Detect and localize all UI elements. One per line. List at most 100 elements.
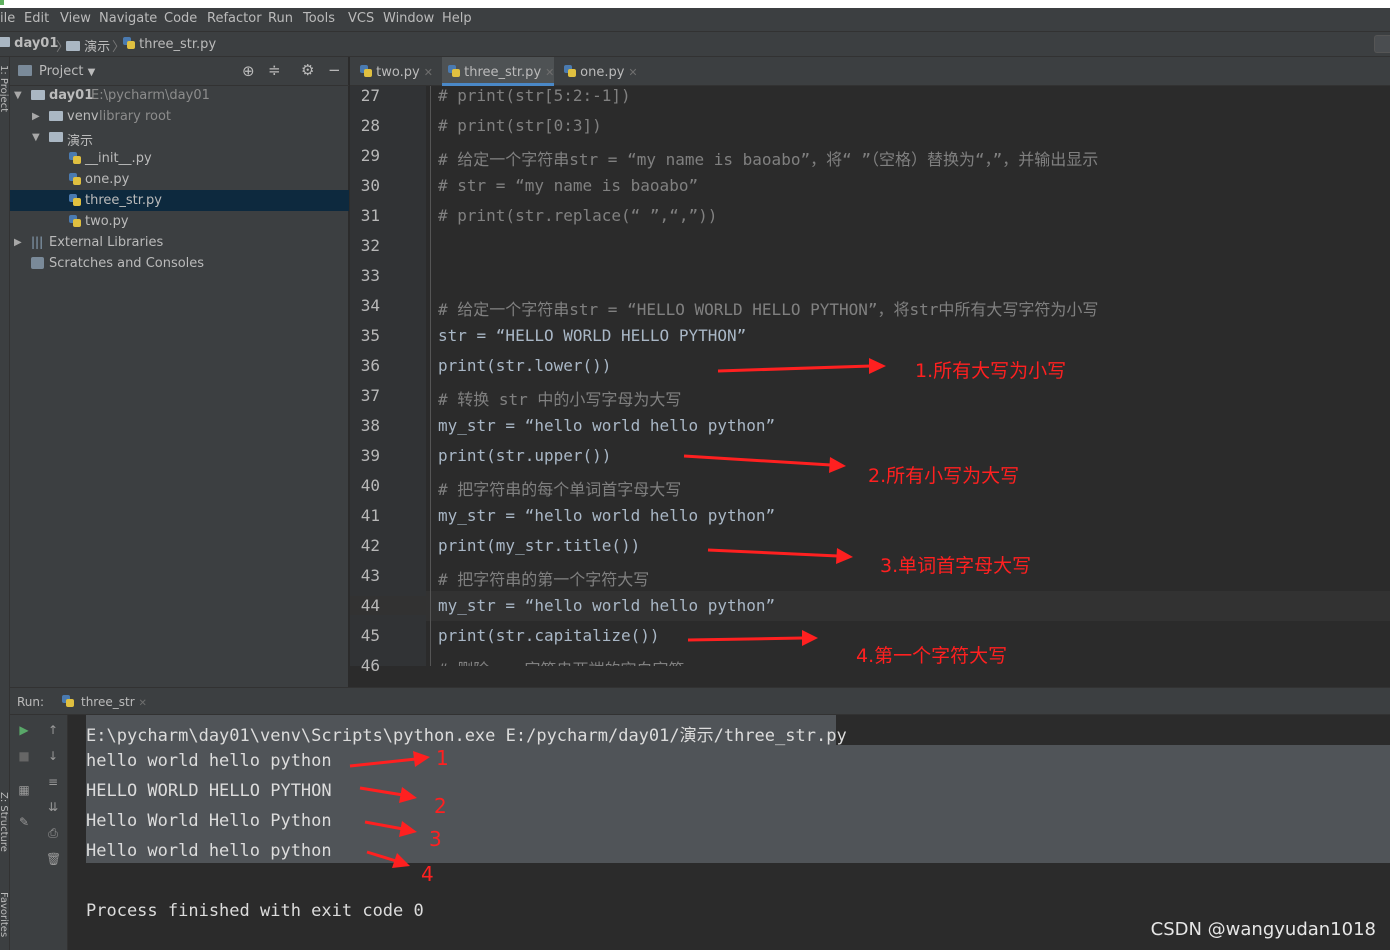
navigation-bar: day01 〉 演示 〉 three_str.py: [0, 32, 1390, 57]
line-number-current: 44: [350, 596, 426, 615]
scroll-to-end-icon[interactable]: ⇊: [46, 800, 60, 814]
menu-navigate[interactable]: Navigate: [99, 11, 157, 26]
tree-item-scratches[interactable]: Scratches and Consoles: [10, 253, 349, 274]
line-number: 28: [360, 116, 380, 135]
locate-icon[interactable]: ⊕: [242, 62, 255, 80]
stop-icon[interactable]: ■: [17, 749, 31, 763]
line-number: 35: [360, 326, 380, 345]
menu-code[interactable]: Code: [164, 11, 197, 26]
python-file-icon: [448, 65, 460, 77]
console-annotation: 4: [421, 862, 434, 886]
menu-view[interactable]: View: [60, 11, 91, 26]
gear-icon[interactable]: ⚙: [301, 61, 314, 79]
tab-three-str-py[interactable]: three_str.py ✕: [442, 57, 554, 86]
console-annotation: 1: [436, 746, 449, 770]
menu-help[interactable]: Help: [442, 11, 472, 26]
watermark: CSDN @wangyudan1018: [1150, 919, 1376, 940]
menu-window[interactable]: Window: [383, 11, 434, 26]
expand-arrow-icon: ▼: [32, 132, 40, 143]
run-config-button[interactable]: [1374, 35, 1390, 53]
annotation-label: 2.所有小写为大写: [868, 465, 1020, 487]
tab-one-py[interactable]: one.py ✕: [564, 57, 644, 86]
code-editor[interactable]: # print(str[5:2:-1]) # print(str[0:3]) #…: [426, 86, 1390, 666]
breadcrumb-label: day01: [14, 36, 59, 51]
python-file-icon: [69, 194, 81, 206]
structure-tool-label[interactable]: Z: Structure: [0, 792, 9, 852]
left-tool-strip: 1: Project Z: Structure Favorites: [0, 57, 10, 950]
console-annotation: 3: [429, 827, 442, 851]
line-number: 38: [360, 416, 380, 435]
layout-icon[interactable]: ▦: [17, 783, 31, 797]
breadcrumb-label: 演示: [84, 40, 111, 55]
print-icon[interactable]: ⎙: [46, 826, 60, 840]
trash-icon[interactable]: 🗑: [46, 852, 61, 866]
favorites-tool-label[interactable]: Favorites: [0, 892, 9, 937]
tab-label: two.py: [376, 65, 420, 80]
collapse-icon[interactable]: ≑: [268, 61, 281, 79]
annotation-label: 3.单词首字母大写: [880, 555, 1032, 577]
line-gutter: 27 28 29 30 31 32 33 34 35 36 37 38 39 4…: [350, 86, 426, 675]
line-number: 39: [360, 446, 380, 465]
project-dropdown[interactable]: Project ▼: [39, 64, 95, 79]
soft-wrap-icon[interactable]: ≡: [46, 775, 60, 789]
close-icon[interactable]: ✕: [138, 698, 146, 709]
tree-item-three-str[interactable]: three_str.py: [10, 190, 349, 211]
tree-item-venv[interactable]: ▶ venv library root: [10, 106, 349, 127]
close-icon[interactable]: ✕: [545, 66, 554, 79]
rerun-icon[interactable]: ▶: [17, 723, 31, 737]
python-file-icon: [123, 37, 135, 49]
close-icon[interactable]: ✕: [628, 66, 637, 79]
app-mark: [0, 0, 4, 5]
line-number: 40: [360, 476, 380, 495]
tree-item-demo[interactable]: ▼ 演示: [10, 127, 349, 149]
console-annotation-arrows: [349, 751, 430, 868]
python-file-icon: [69, 152, 81, 164]
menu-refactor[interactable]: Refactor: [207, 11, 262, 26]
run-console[interactable]: E:\pycharm\day01\venv\Scripts\python.exe…: [68, 715, 1390, 950]
console-arrow-1: [349, 751, 430, 768]
menu-tools[interactable]: Tools: [303, 11, 335, 26]
menu-vcs[interactable]: VCS: [348, 11, 374, 26]
title-strip: [0, 0, 1390, 8]
line-number: 33: [360, 266, 380, 285]
menu-run[interactable]: Run: [268, 11, 293, 26]
run-tab[interactable]: three_str ✕: [81, 695, 147, 709]
line-number: 31: [360, 206, 380, 225]
pin-icon[interactable]: ✎: [17, 815, 31, 829]
line-number: 41: [360, 506, 380, 525]
close-icon[interactable]: ✕: [424, 66, 433, 79]
tree-label: venv: [67, 109, 99, 124]
folder-icon: [66, 41, 80, 51]
menu-file[interactable]: ile: [0, 11, 15, 26]
console-annotation: 2: [434, 794, 447, 818]
fold-guide: [430, 86, 431, 666]
tab-two-py[interactable]: two.py ✕: [360, 57, 442, 86]
editor-tabs: two.py ✕ three_str.py ✕ one.py ✕: [350, 57, 1390, 86]
breadcrumb-label: three_str.py: [139, 37, 217, 52]
line-number: 29: [360, 146, 380, 165]
tree-item-init[interactable]: __init__.py: [10, 148, 349, 169]
console-line: Process finished with exit code 0: [86, 901, 424, 921]
console-arrow-3: [364, 820, 417, 837]
breadcrumb-day01[interactable]: day01: [0, 36, 58, 51]
tree-item-two[interactable]: two.py: [10, 211, 349, 232]
project-tool-label[interactable]: 1: Project: [0, 65, 9, 112]
tree-label: 演示: [67, 134, 94, 149]
down-arrow-icon[interactable]: ↓: [46, 749, 60, 763]
tree-label: Scratches and Consoles: [49, 256, 205, 271]
tree-item-one[interactable]: one.py: [10, 169, 349, 190]
minimize-icon[interactable]: −: [328, 61, 341, 79]
breadcrumb-file[interactable]: three_str.py: [123, 36, 216, 52]
up-arrow-icon[interactable]: ↑: [46, 723, 60, 737]
breadcrumb-demo[interactable]: 演示: [66, 36, 110, 55]
tree-item-external-libraries[interactable]: ▶ ||| External Libraries: [10, 232, 349, 253]
tree-label: __init__.py: [85, 151, 152, 166]
tree-item-day01[interactable]: ▼ day01 E:\pycharm\day01: [10, 85, 349, 106]
tree-label: three_str.py: [85, 193, 162, 208]
console-arrow-4: [366, 850, 410, 868]
arrow-1: [717, 358, 886, 374]
arrow-4: [687, 630, 818, 646]
menu-edit[interactable]: Edit: [24, 11, 49, 26]
line-number: 46: [360, 656, 380, 675]
arrow-2: [683, 454, 846, 473]
